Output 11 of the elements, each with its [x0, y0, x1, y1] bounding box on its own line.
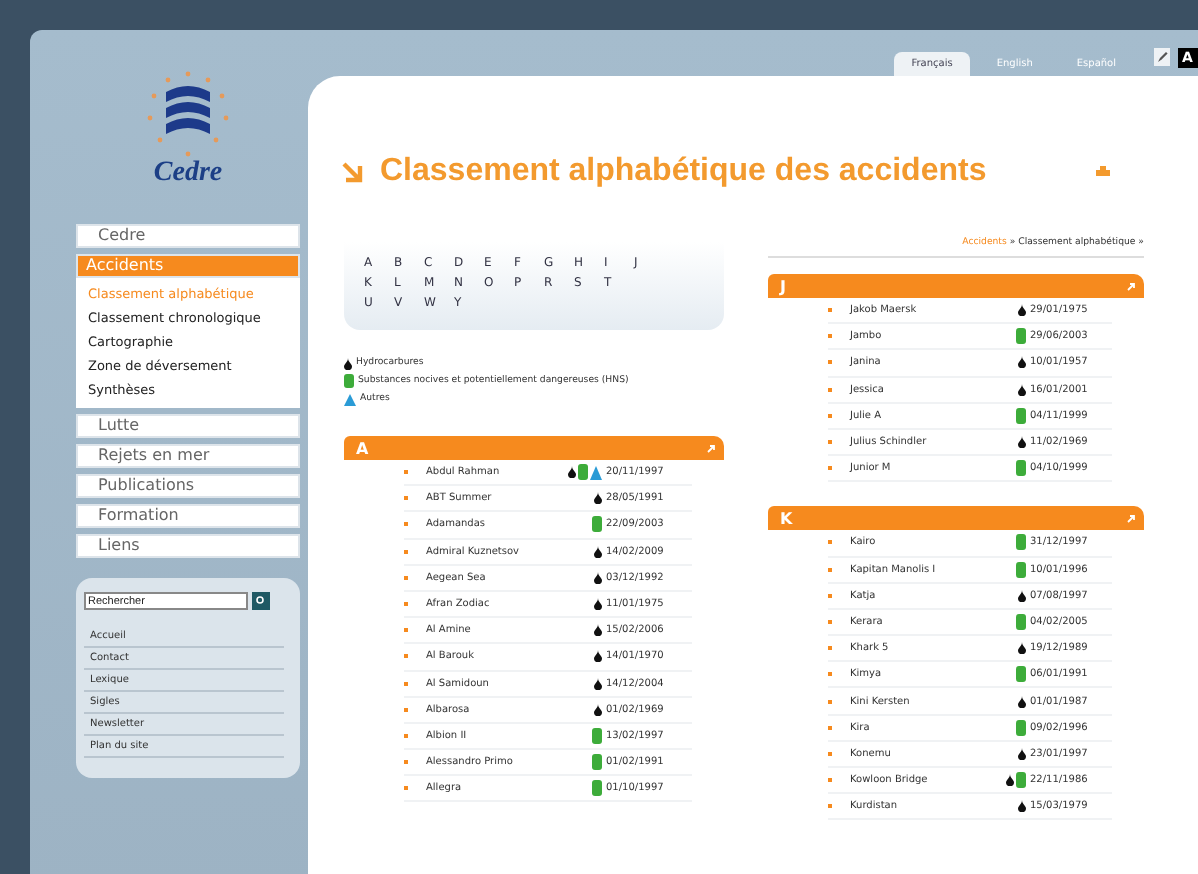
logo-text[interactable]: Cedre — [153, 160, 223, 188]
menu-item[interactable]: Formation — [76, 504, 300, 528]
menu-item[interactable]: Publications — [76, 474, 300, 498]
section-letter: A — [356, 439, 369, 457]
menu-item[interactable]: Lutte — [76, 414, 300, 438]
section-letter: K — [780, 509, 793, 528]
menu-item[interactable]: Rejets en mer — [76, 444, 300, 468]
section-letter: J — [780, 277, 786, 295]
menu-item[interactable]: Cedre — [76, 224, 300, 248]
menu-item[interactable]: Liens — [76, 534, 300, 558]
page-title: Classement alphabétique des accidents — [380, 154, 989, 190]
